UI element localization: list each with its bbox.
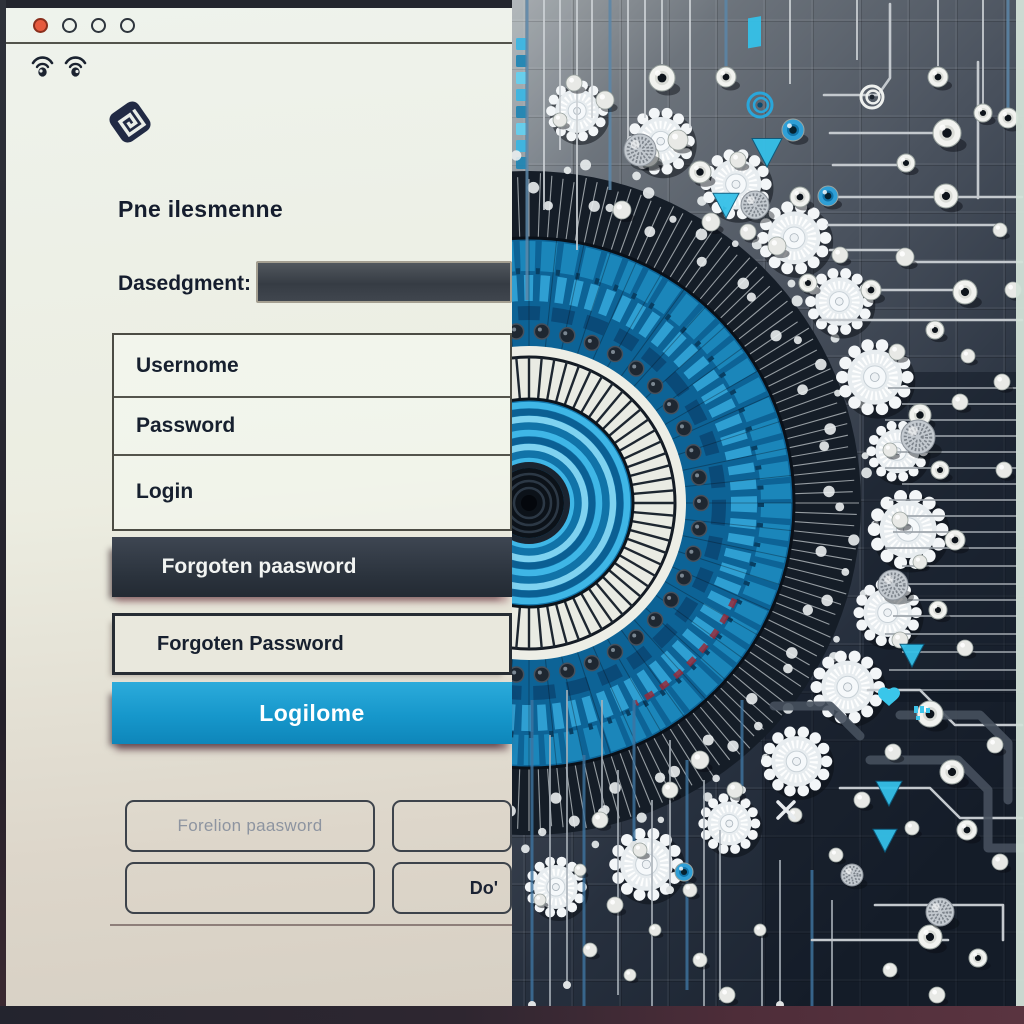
secondary-button-1-label: Forelion paasword <box>177 816 323 835</box>
page-title: Pne ilesmenne <box>118 196 283 222</box>
brand-logo-icon <box>109 101 151 143</box>
window-left-edge <box>0 0 6 1024</box>
screenshot-root: Pne ilesmenne Dasedgment: Usernome Passw… <box>0 0 1024 1024</box>
username-row[interactable]: Usernome <box>114 335 510 399</box>
divider <box>110 924 512 926</box>
extra-button[interactable] <box>120 17 135 33</box>
minimize-button[interactable] <box>62 17 77 33</box>
department-label: Dasedgment: <box>118 272 252 295</box>
username-label: Usernome <box>136 353 239 377</box>
forgot-password-button[interactable]: Forgoten Password <box>112 613 512 675</box>
title-bar <box>6 8 512 44</box>
password-label: Password <box>136 414 236 438</box>
close-button[interactable] <box>33 17 48 33</box>
login-label: Login <box>136 480 194 504</box>
decorative-artwork <box>512 0 1024 1024</box>
forgot-password-dark-label: Forgoten paasword <box>161 555 357 578</box>
window-bottom-edge <box>0 1006 1024 1024</box>
login-row[interactable]: Login <box>114 456 510 529</box>
login-button[interactable]: Logilome <box>112 682 512 744</box>
login-form-list: Usernome Password Login <box>112 333 512 531</box>
wifi-icon <box>64 56 87 77</box>
forgot-password-dark-button[interactable]: Forgoten paasword <box>112 537 512 597</box>
status-icons <box>30 54 88 78</box>
secondary-button-2[interactable] <box>392 800 512 852</box>
wifi-icon <box>31 56 54 77</box>
login-button-label: Logilome <box>259 699 365 726</box>
password-row[interactable]: Password <box>114 398 510 456</box>
forgot-password-label: Forgoten Password <box>157 632 344 655</box>
secondary-button-4-label: Do' <box>469 877 498 898</box>
secondary-button-4[interactable]: Do' <box>392 862 512 914</box>
department-input[interactable] <box>256 261 512 303</box>
secondary-button-1[interactable]: Forelion paasword <box>125 800 375 852</box>
artwork-right-edge <box>1016 0 1024 1024</box>
zoom-button[interactable] <box>91 17 106 33</box>
login-window: Pne ilesmenne Dasedgment: Usernome Passw… <box>6 8 512 1008</box>
secondary-button-3[interactable] <box>125 862 375 914</box>
